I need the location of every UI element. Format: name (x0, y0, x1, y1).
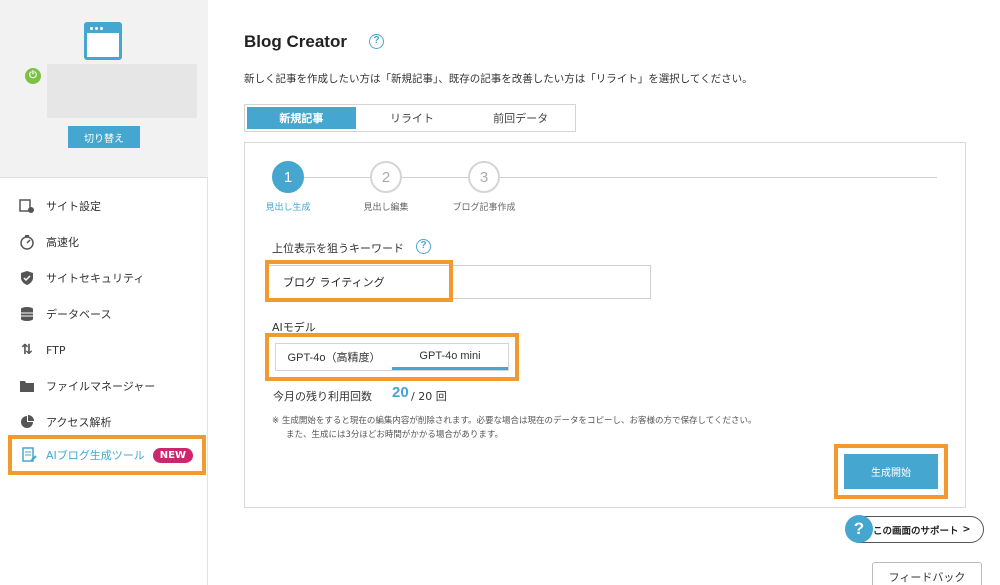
help-icon[interactable]: ? (416, 239, 431, 254)
keyword-label: 上位表示を狙うキーワード (272, 242, 404, 255)
usage-remaining: 20 (392, 384, 409, 401)
tab-previous-data[interactable]: 前回データ (466, 105, 575, 131)
sidebar-item-file-manager[interactable]: ファイルマネージャー (0, 368, 208, 404)
sidebar-item-database[interactable]: データベース (0, 296, 208, 332)
help-icon[interactable]: ? (369, 34, 384, 49)
step-1-circle: 1 (272, 161, 304, 193)
support-button[interactable]: ? この画面のサポート > (845, 515, 984, 543)
step-3-label: ブログ記事作成 (452, 203, 516, 213)
intro-text: 新しく記事を作成したい方は「新規記事」、既存の記事を改善したい方は「リライト」を… (244, 73, 753, 85)
browser-window-icon (84, 22, 122, 60)
step-2-label: 見出し編集 (363, 203, 409, 213)
folder-icon (18, 377, 36, 395)
step-2-circle: 2 (370, 161, 402, 193)
step-3-circle: 3 (468, 161, 500, 193)
sidebar: ⏻ 切り替え サイト設定 高速化 サイトセキュリティ データベース ⇅ FTP … (0, 0, 208, 585)
sidebar-item-label: ファイルマネージャー (46, 380, 156, 393)
site-settings-icon (18, 197, 36, 215)
usage-total: / 20 回 (411, 390, 447, 403)
sidebar-item-label: アクセス解析 (46, 416, 112, 429)
ai-model-highlight-frame: GPT-4o（高精度） GPT-4o mini (265, 333, 519, 381)
tab-rewrite[interactable]: リライト (358, 105, 467, 131)
tab-new-article[interactable]: 新規記事 (247, 107, 356, 129)
speedometer-icon (18, 233, 36, 251)
site-name-redacted (47, 64, 197, 118)
mode-tabs: 新規記事 リライト 前回データ (244, 104, 576, 132)
sidebar-item-label: サイトセキュリティ (46, 272, 145, 285)
new-badge: NEW (152, 447, 194, 463)
step-1-label: 見出し生成 (265, 203, 311, 213)
document-edit-icon (20, 446, 38, 464)
site-info-panel: ⏻ 切り替え (0, 0, 208, 178)
generate-button[interactable]: 生成開始 (844, 454, 938, 489)
database-icon (18, 305, 36, 323)
switch-site-button[interactable]: 切り替え (68, 126, 140, 148)
sidebar-item-ai-blog-tool[interactable]: AIブログ生成ツール NEW (8, 435, 206, 475)
generate-highlight-frame: 生成開始 (834, 444, 948, 499)
power-icon: ⏻ (25, 68, 41, 84)
sidebar-item-site-settings[interactable]: サイト設定 (0, 188, 208, 224)
generation-notes: ※ 生成開始をすると現在の編集内容が削除されます。必要な場合は現在のデータをコピ… (272, 414, 756, 442)
sidebar-item-label: AIブログ生成ツール (46, 449, 145, 462)
chevron-right-icon: > (962, 524, 971, 535)
ai-model-selector: GPT-4o（高精度） GPT-4o mini (275, 343, 509, 371)
question-icon: ? (845, 515, 873, 543)
page-title: Blog Creator (244, 32, 347, 51)
support-label: この画面のサポート (873, 525, 959, 537)
model-option-gpt-4o-mini[interactable]: GPT-4o mini (392, 344, 508, 370)
sidebar-item-label: サイト設定 (46, 200, 101, 213)
sidebar-item-ftp[interactable]: ⇅ FTP (0, 332, 208, 368)
sidebar-item-label: 高速化 (46, 236, 79, 249)
sidebar-item-speed[interactable]: 高速化 (0, 224, 208, 260)
transfer-arrows-icon: ⇅ (21, 342, 33, 358)
feedback-button[interactable]: フィードバック (872, 562, 982, 585)
note-line: また、生成には3分ほどお時間がかかる場合があります。 (286, 430, 504, 440)
keyword-input[interactable] (268, 265, 651, 299)
shield-icon (18, 269, 36, 287)
usage-label: 今月の残り利用回数 (273, 390, 372, 403)
sidebar-item-label: FTP (46, 343, 66, 357)
pie-chart-icon (18, 413, 36, 431)
model-option-gpt-4o[interactable]: GPT-4o（高精度） (276, 344, 392, 370)
sidebar-menu: サイト設定 高速化 サイトセキュリティ データベース ⇅ FTP ファイルマネー… (0, 188, 208, 440)
sidebar-item-label: データベース (46, 308, 112, 321)
sidebar-item-security[interactable]: サイトセキュリティ (0, 260, 208, 296)
note-line: ※ 生成開始をすると現在の編集内容が削除されます。必要な場合は現在のデータをコピ… (272, 416, 757, 426)
